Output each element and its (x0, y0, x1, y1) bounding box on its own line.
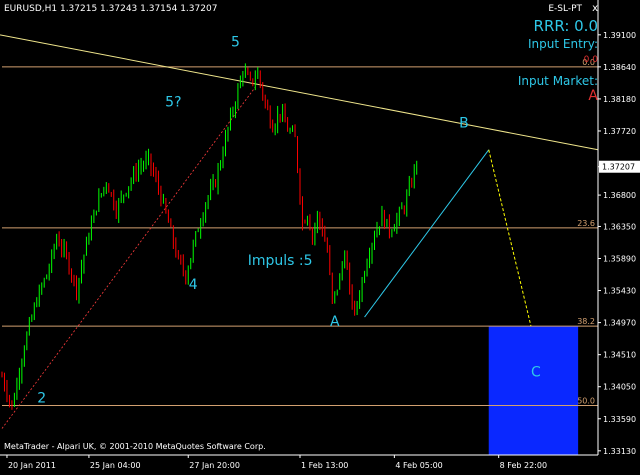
copyright-text: MetaTrader - Alpari UK, © 2001-2010 Meta… (4, 442, 266, 451)
wave-label: 5? (165, 95, 181, 111)
y-tick-label: 1.34050 (603, 383, 636, 392)
y-tick-label: 1.37720 (603, 127, 636, 136)
y-tick-label: 1.34970 (603, 319, 636, 328)
close-icon[interactable]: x (592, 3, 598, 14)
wave-label: Impuls :5 (248, 253, 313, 269)
projection-zone (488, 326, 579, 455)
fib-label: 38.2 (577, 317, 595, 326)
y-tick-label: 1.33590 (603, 415, 636, 424)
y-tick-label: 1.33130 (603, 447, 636, 456)
x-tick-label: 4 Feb 05:00 (395, 461, 442, 470)
y-tick-label: 1.39100 (603, 31, 636, 40)
y-tick-label: 1.34510 (603, 351, 636, 360)
wave-label: C (531, 364, 541, 380)
x-tick-label: 25 Jan 04:00 (90, 461, 141, 470)
x-tick-label: 1 Feb 13:00 (301, 461, 348, 470)
price-chart[interactable]: 0.0 23.6 38.2 50.0 2 4 5? 5 Impuls :5 A B C 1.3910… (0, 0, 640, 475)
chart-title: EURUSD,H1 1.37215 1.37243 1.37154 1.3720… (4, 4, 218, 14)
y-tick-label: 1.36350 (603, 222, 636, 231)
wave-label: A (330, 314, 340, 330)
sl-value: 0.0 (583, 55, 598, 65)
indicator-name: E-SL-PT (548, 4, 582, 14)
wave-label: 2 (37, 391, 46, 407)
rrr-readout: RRR: 0.0 (533, 17, 598, 35)
y-tick-label: 1.35890 (603, 254, 636, 263)
wave-label: 5 (231, 35, 240, 51)
fib-label: 23.6 (577, 219, 595, 228)
wave-label: 4 (189, 277, 198, 293)
input-entry-label[interactable]: Input Entry: (528, 37, 598, 51)
x-tick-label: 8 Feb 22:00 (500, 461, 547, 470)
market-flag: A (588, 88, 598, 104)
fib-label: 50.0 (577, 397, 595, 406)
x-tick-label: 20 Jan 2011 (8, 461, 56, 470)
bid-price-label: 1.37207 (602, 163, 635, 172)
input-market-label[interactable]: Input Market: (518, 74, 598, 88)
y-tick-label: 1.38180 (603, 95, 636, 104)
y-tick-label: 1.35430 (603, 287, 636, 296)
y-tick-label: 1.38640 (603, 63, 636, 72)
y-tick-label: 1.36800 (603, 191, 636, 200)
x-tick-label: 27 Jan 20:00 (189, 461, 240, 470)
wave-label: B (459, 115, 469, 131)
